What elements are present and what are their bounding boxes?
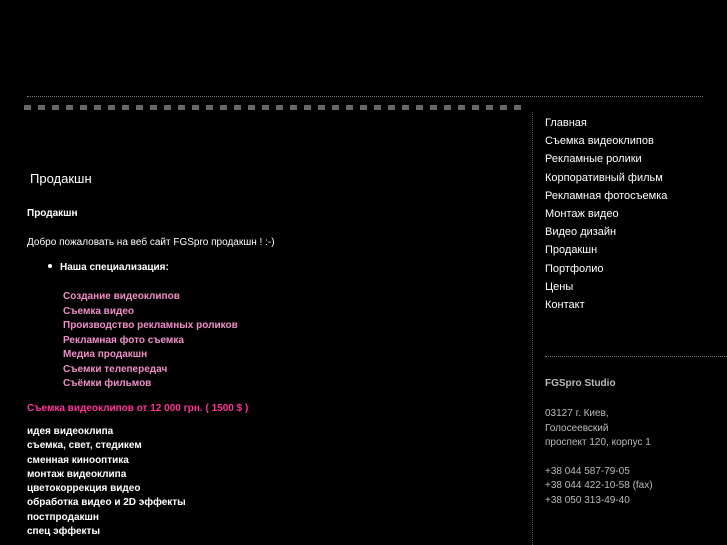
nav-item-production[interactable]: Продакшн (545, 241, 667, 259)
address-line: 03127 г. Киев, (545, 408, 609, 419)
price-line: Съемка видеоклипов от 12 000 грн. ( 1500… (27, 403, 249, 414)
service-item: монтаж видеоклипа (27, 468, 127, 480)
column-divider (532, 112, 533, 545)
nav-item-corporate-film[interactable]: Корпоративный фильм (545, 169, 667, 187)
service-item: спец эффекты (27, 526, 100, 538)
nav-item-portfolio[interactable]: Портфолио (545, 260, 667, 278)
link-media-production[interactable]: Медиа продакшн (63, 348, 238, 363)
page-title: Продакшн (30, 171, 92, 186)
service-item: идея видеоклипа (27, 426, 114, 437)
link-tv-shows[interactable]: Съемки телепередач (63, 363, 238, 378)
specialization-links: Создание видеоклипов Съемка видео Произв… (63, 290, 238, 392)
link-films[interactable]: Съёмки фильмов (63, 377, 238, 392)
link-ad-photo[interactable]: Рекламная фото съемка (63, 334, 238, 349)
nav-item-ad-photo[interactable]: Рекламная фотосъемка (545, 187, 667, 205)
sidebar-divider (545, 356, 727, 357)
page-subtitle: Продакшн (27, 208, 78, 219)
service-item: постпродакшн (27, 511, 99, 523)
specialization-label: Наша специализация: (60, 262, 169, 273)
link-video-clips[interactable]: Создание видеоклипов (63, 290, 238, 305)
specialization-heading: Наша специализация: (48, 262, 169, 273)
welcome-text: Добро пожаловать на веб сайт FGSpro прод… (27, 237, 275, 248)
link-commercials[interactable]: Производство рекламных роликов (63, 319, 238, 334)
phone-number: +38 044 587-79-05 (545, 466, 630, 477)
nav-item-video-editing[interactable]: Монтаж видео (545, 205, 667, 223)
service-item: съемка, свет, стедикем (27, 440, 142, 452)
service-item: обработка видео и 2D эффекты (27, 497, 186, 509)
nav-item-home[interactable]: Главная (545, 114, 667, 132)
nav-item-commercials[interactable]: Рекламные ролики (545, 150, 667, 168)
address-line: проспект 120, корпус 1 (545, 437, 651, 448)
nav-item-prices[interactable]: Цены (545, 278, 667, 296)
nav-item-contact[interactable]: Контакт (545, 296, 667, 314)
sidebar-nav: Главная Съемка видеоклипов Рекламные рол… (545, 114, 667, 314)
studio-name: FGSpro Studio (545, 378, 616, 389)
studio-address: 03127 г. Киев, Голосеевский проспект 120… (545, 407, 651, 451)
services-list: идея видеоклипа съемка, свет, стедикем с… (27, 425, 186, 539)
phone-number: +38 044 422-10-58 (fax) (545, 480, 653, 492)
header-divider (27, 96, 703, 97)
service-item: цветокоррекция видео (27, 483, 141, 495)
studio-phones: +38 044 587-79-05 +38 044 422-10-58 (fax… (545, 465, 653, 508)
bullet-icon (48, 264, 52, 269)
nav-item-video-design[interactable]: Видео дизайн (545, 223, 667, 241)
nav-item-video-clips[interactable]: Съемка видеоклипов (545, 132, 667, 150)
address-line: Голосеевский (545, 422, 609, 434)
phone-number: +38 050 313-49-40 (545, 494, 630, 506)
link-video-shooting[interactable]: Съемка видео (63, 305, 238, 320)
filmstrip-decoration (24, 105, 532, 110)
service-item: сменная кинооптика (27, 454, 129, 466)
